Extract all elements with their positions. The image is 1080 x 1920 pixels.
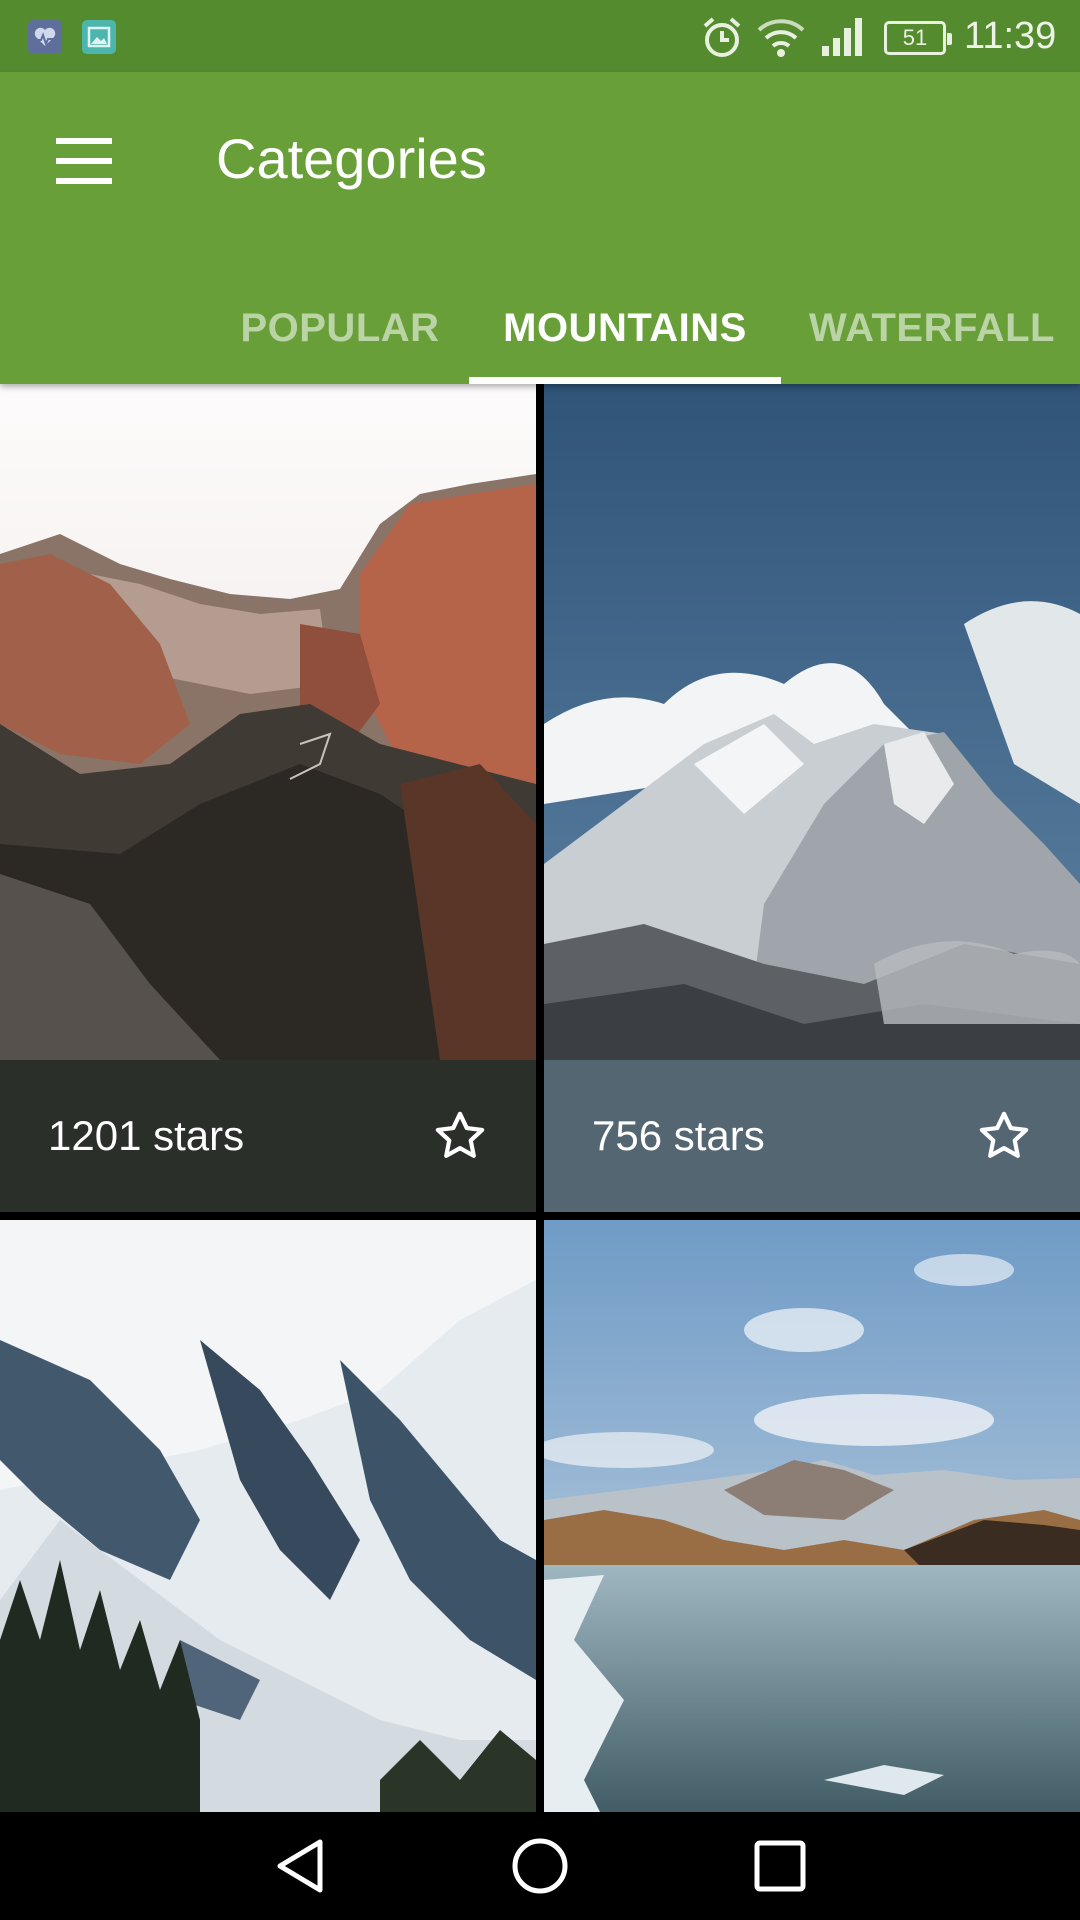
navigation-bar — [0, 1812, 1080, 1920]
stars-count: 756 stars — [592, 1112, 765, 1159]
home-icon[interactable] — [504, 1830, 576, 1902]
health-app-icon — [28, 20, 62, 54]
star-outline-icon[interactable] — [432, 1108, 488, 1164]
status-clock: 11:39 — [964, 15, 1057, 57]
gallery-app-icon — [82, 20, 116, 54]
status-bar: 51 11:39 — [0, 0, 1080, 72]
photo-caption: 1201 stars — [0, 1060, 536, 1212]
alarm-icon — [703, 17, 741, 57]
photo-grid: 1201 stars 756 stars — [0, 384, 1080, 1812]
photo-card[interactable]: 1201 stars — [0, 384, 536, 1212]
photo-card[interactable] — [544, 1220, 1080, 1812]
recents-icon[interactable] — [744, 1830, 816, 1902]
canyon-mountain-photo — [0, 384, 536, 1060]
battery-icon: 51 — [884, 21, 952, 55]
snowy-slopes-photo — [0, 1220, 536, 1812]
tab-waterfall[interactable]: WATERFALL — [800, 272, 1064, 384]
frozen-lake-photo — [544, 1220, 1080, 1812]
star-outline-icon[interactable] — [976, 1108, 1032, 1164]
tab-mountains[interactable]: MOUNTAINS — [469, 272, 781, 384]
tab-popular[interactable]: POPULAR — [222, 272, 458, 384]
page-title: Categories — [216, 127, 487, 190]
hamburger-menu-icon[interactable] — [40, 116, 130, 206]
back-icon[interactable] — [264, 1830, 336, 1902]
wifi-icon — [757, 19, 805, 57]
signal-icon — [822, 18, 862, 56]
snowy-peak-photo — [544, 384, 1080, 1060]
app-bar: Categories POPULAR MOUNTAINS WATERFALL — [0, 72, 1080, 384]
photo-caption: 756 stars — [544, 1060, 1080, 1212]
stars-count: 1201 stars — [48, 1112, 245, 1159]
active-tab-indicator — [469, 377, 781, 384]
photo-card[interactable]: 756 stars — [544, 384, 1080, 1212]
photo-card[interactable] — [0, 1220, 536, 1812]
